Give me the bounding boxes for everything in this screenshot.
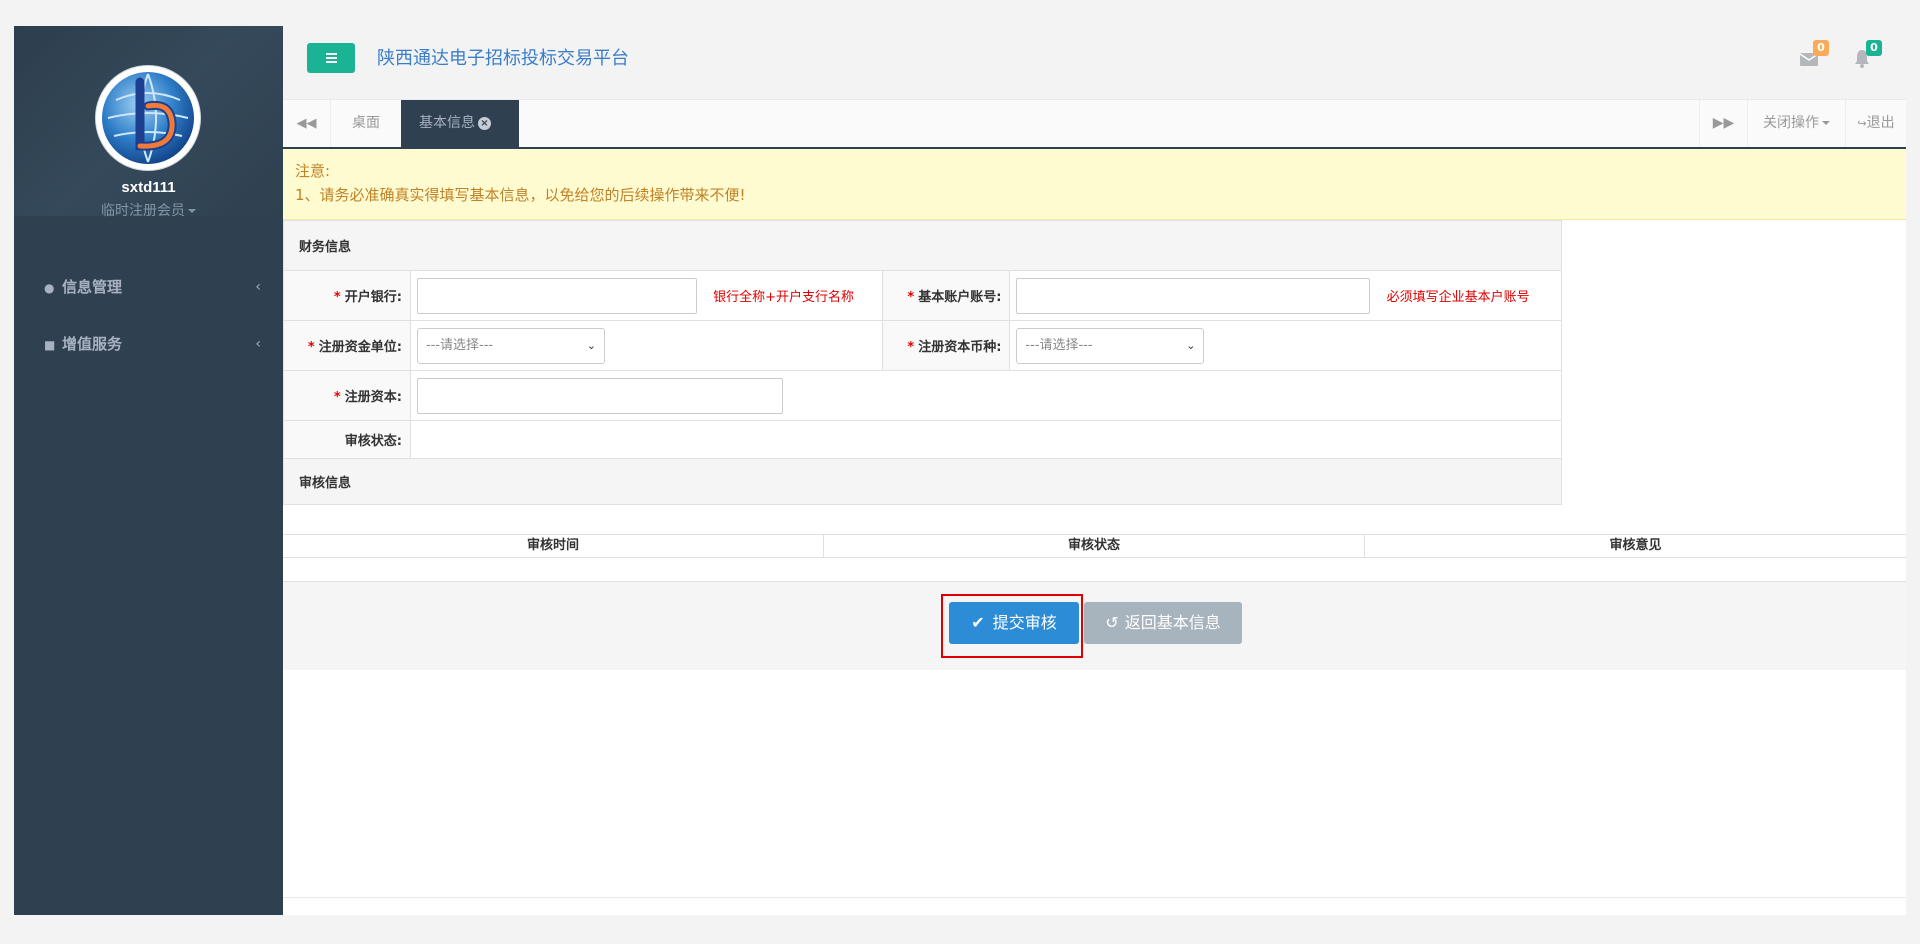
top-header: 陕西通达电子招标投标交易平台 0 0 [283,26,1906,100]
username: sxtd111 [121,179,176,196]
account-input[interactable] [1016,277,1371,314]
site-title: 陕西通达电子招标投标交易平台 [377,48,629,69]
notice-title: 注意: [295,162,331,180]
close-tab-icon[interactable]: × [478,116,491,130]
bank-input[interactable] [416,277,697,314]
notification-badge: 0 [1866,40,1882,56]
tab-desktop[interactable]: 桌面 [331,100,401,147]
app-frame: sxtd111 临时注册会员 ● 信息管理 ‹ ■ 增值服务 ‹ 陕西通达电子招标投… [14,26,1906,915]
status-value [409,420,1563,459]
notifications-button[interactable]: 0 [1850,40,1882,70]
sidebar-item-label: 增值服务 [62,335,123,353]
sidebar: sxtd111 临时注册会员 ● 信息管理 ‹ ■ 增值服务 ‹ [14,26,283,915]
chevron-down-icon: ⌄ [1186,338,1196,352]
currency-label: * 注册资本币种: [882,320,1011,371]
book-icon: ■ [44,338,56,352]
finance-form: 财务信息 * 开户银行: 银行全称+开户支行名称 * 基本账户账号: 必须填写企业基… [283,220,1563,505]
chevron-down-icon: ⌄ [586,338,596,352]
capital-input[interactable] [416,377,783,414]
check-icon: ✔ [971,613,985,632]
bank-hint: 银行全称+开户支行名称 [713,290,854,305]
divider [283,897,1906,898]
sidebar-item-value-added-services[interactable]: ■ 增值服务 ‹ [14,324,283,364]
sidebar-item-label: 信息管理 [62,278,123,296]
caret-down-icon [1822,121,1830,125]
caret-down-icon [188,209,196,213]
column-header[interactable]: 审核意见 [1365,535,1906,557]
role-label: 临时注册会员 [101,203,185,219]
finance-section-header: 财务信息 [283,220,1562,271]
submit-review-button[interactable]: ✔ 提交审核 [949,602,1079,644]
logout-label: 退出 [1866,115,1895,131]
role-dropdown[interactable]: 临时注册会员 [14,200,283,220]
audit-table: 审核时间 审核状态 审核意见 [283,534,1906,582]
notice-banner: 注意: 1、请务必准确真实得填写基本信息，以免给您的后续操作带来不便! [283,149,1906,220]
chevron-left-icon: ‹ [255,336,261,352]
capital-unit-label: * 注册资金单位: [283,320,411,371]
logout-button[interactable]: ↪退出 [1845,100,1906,147]
main-content: 注意: 1、请务必准确真实得填写基本信息，以免给您的后续操作带来不便! 财务信息… [283,149,1906,915]
company-logo-icon [102,72,194,164]
back-to-basic-info-button[interactable]: ↺ 返回基本信息 [1084,602,1242,644]
currency-select[interactable]: ---请选择--- ⌄ [1016,327,1205,364]
avatar[interactable] [96,66,200,170]
page-tabs-bar: ◀◀ 桌面 基本信息 × ▶▶ 关闭操作 ↪退出 [283,100,1906,149]
tabs-scroll-left-button[interactable]: ◀◀ [283,100,331,147]
mail-badge: 0 [1813,40,1829,56]
account-hint: 必须填写企业基本户账号 [1386,290,1530,305]
mail-button[interactable]: 0 [1797,40,1829,70]
column-header[interactable]: 审核时间 [283,535,824,557]
audit-table-header: 审核时间 审核状态 审核意见 [283,534,1906,558]
undo-icon: ↺ [1105,613,1119,632]
audit-table-empty-row [283,558,1906,582]
action-bar: ✔ 提交审核 ↺ 返回基本信息 [283,582,1906,670]
profile-panel: sxtd111 临时注册会员 [14,26,283,219]
logout-icon: ↪ [1857,117,1867,130]
notice-text: 1、请务必准确真实得填写基本信息，以免给您的后续操作带来不便! [295,186,746,204]
audit-section-header: 审核信息 [283,458,1562,505]
sidebar-item-info-management[interactable]: ● 信息管理 ‹ [14,267,283,307]
user-icon: ● [44,281,55,295]
hamburger-icon [326,53,337,55]
tab-label: 基本信息 [419,115,475,131]
close-operations-label: 关闭操作 [1763,115,1819,131]
tabs-scroll-right-button[interactable]: ▶▶ [1699,100,1747,147]
bank-label: * 开户银行: [283,270,411,321]
account-label: * 基本账户账号: [882,270,1011,321]
double-chevron-right-icon: ▶▶ [1712,115,1735,131]
tab-basic-info[interactable]: 基本信息 × [401,100,519,147]
capital-label: * 注册资本: [283,370,411,421]
chevron-left-icon: ‹ [255,279,261,295]
capital-unit-select[interactable]: ---请选择--- ⌄ [416,327,605,364]
status-label: 审核状态: [283,420,411,459]
close-operations-dropdown[interactable]: 关闭操作 [1747,100,1845,147]
column-header[interactable]: 审核状态 [824,535,1365,557]
menu-toggle-button[interactable] [307,43,355,73]
double-chevron-left-icon: ◀◀ [296,116,317,131]
